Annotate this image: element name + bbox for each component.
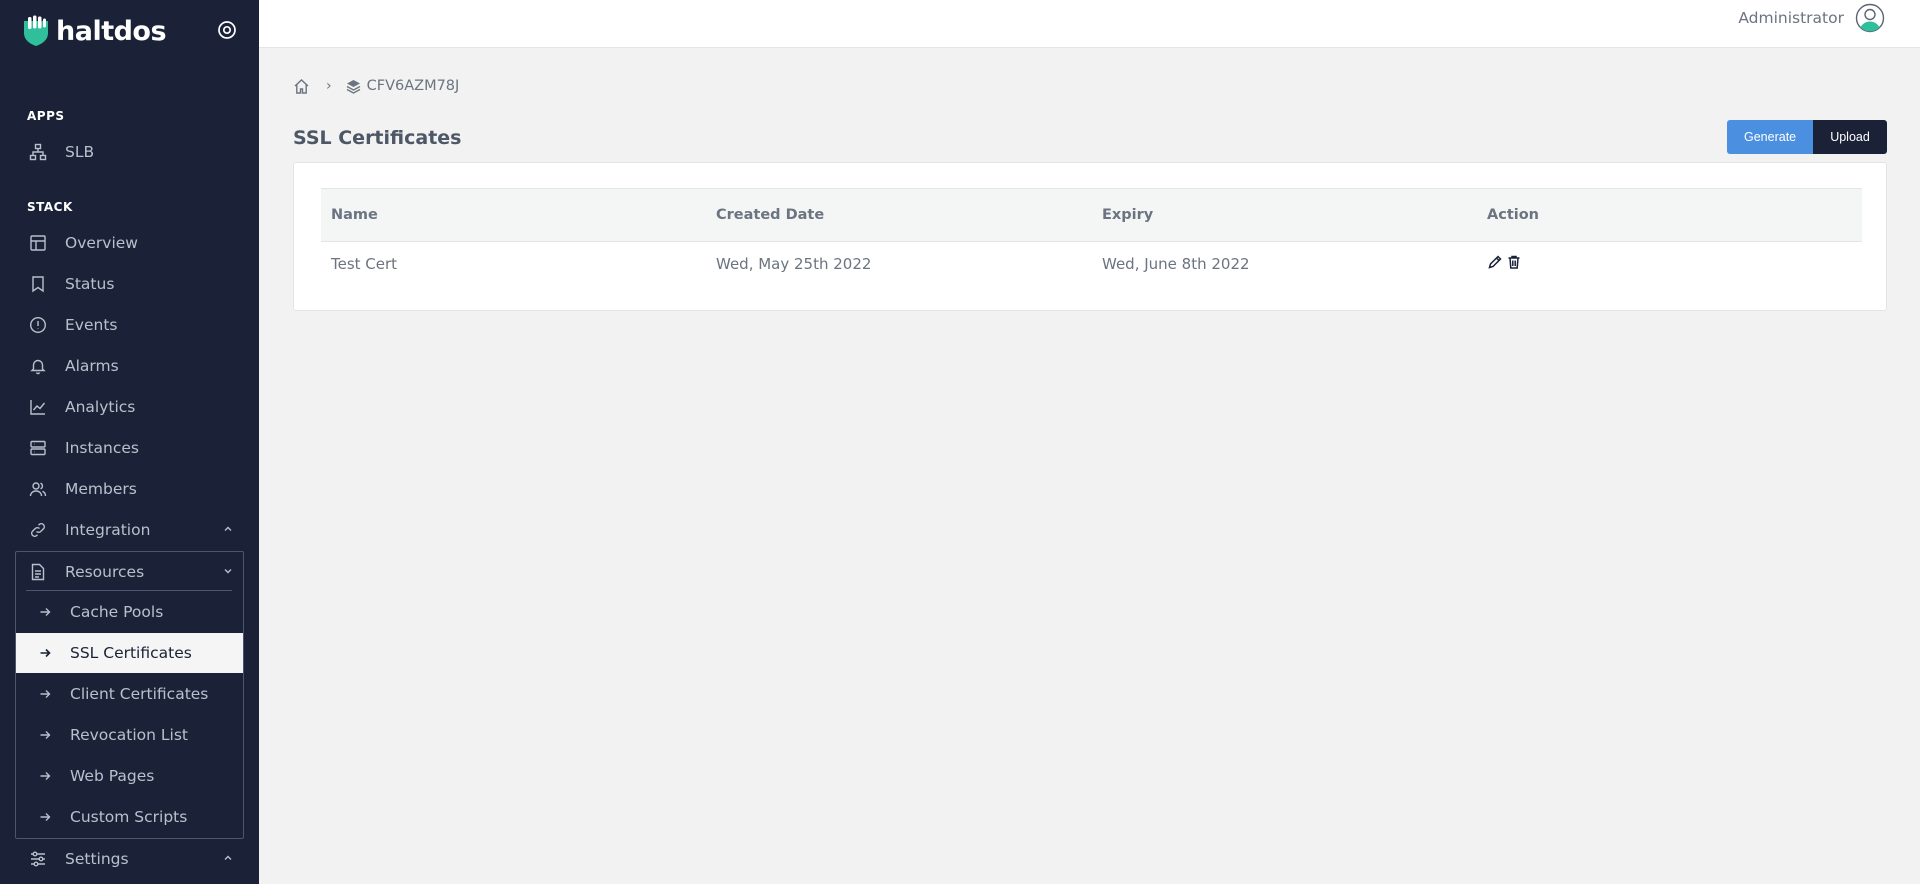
sidebar-item-label: Alarms: [65, 356, 119, 375]
bell-icon: [28, 356, 48, 376]
row-actions: [1487, 254, 1522, 270]
sidebar-subitem-custom-scripts[interactable]: Custom Scripts: [16, 797, 243, 837]
arrow-right-icon: [38, 646, 52, 660]
sidebar-subitem-cache-pools[interactable]: Cache Pools: [16, 592, 243, 632]
certificates-table: Name Created Date Expiry Action Test Cer…: [321, 188, 1862, 286]
sidebar-item-label: Events: [65, 315, 118, 334]
table-header-row: Name Created Date Expiry Action: [321, 188, 1862, 242]
cell-name: Test Cert: [331, 254, 398, 273]
sidebar: haltdos APPS SLB STACK Overview Status E…: [0, 0, 259, 884]
topbar: Administrator: [259, 0, 1920, 48]
sidebar-item-label: Overview: [65, 233, 138, 252]
breadcrumb-stack[interactable]: CFV6AZM78J: [367, 78, 460, 94]
apps-section-title: APPS: [27, 109, 65, 123]
sidebar-subitem-label: Cache Pools: [70, 603, 164, 621]
sidebar-item-instances[interactable]: Instances: [15, 427, 244, 468]
edit-icon[interactable]: [1487, 254, 1503, 270]
server-icon: [28, 438, 48, 458]
sidebar-item-label: Members: [65, 479, 137, 498]
sidebar-subitem-label: Client Certificates: [70, 685, 209, 703]
sidebar-item-label: SLB: [65, 142, 95, 161]
brand[interactable]: haltdos: [22, 14, 167, 48]
column-header-expiry: Expiry: [1092, 188, 1477, 242]
generate-button[interactable]: Generate: [1727, 120, 1813, 154]
arrow-right-icon: [38, 605, 52, 619]
arrow-right-icon: [38, 687, 52, 701]
layout-icon: [28, 233, 48, 253]
column-header-created-date: Created Date: [706, 188, 1092, 242]
sidebar-item-events[interactable]: Events: [15, 304, 244, 345]
cell-expiry: Wed, June 8th 2022: [1102, 254, 1250, 273]
sidebar-subitem-label: Revocation List: [70, 726, 188, 744]
haltdos-logo-icon: [24, 15, 48, 46]
layers-icon: [346, 79, 360, 94]
sidebar-item-label: Resources: [65, 562, 145, 581]
sidebar-item-status[interactable]: Status: [15, 263, 244, 304]
sidebar-item-label: Instances: [65, 438, 140, 457]
column-header-action: Action: [1477, 188, 1862, 242]
bookmark-icon: [28, 274, 48, 294]
column-header-name: Name: [321, 188, 706, 242]
arrow-right-icon: [38, 769, 52, 783]
chevron-up-icon: [224, 526, 232, 531]
chevron-down-icon: [224, 569, 232, 574]
divider: [26, 590, 232, 591]
sidebar-item-members[interactable]: Members: [15, 468, 244, 509]
sidebar-subitem-revocation-list[interactable]: Revocation List: [16, 715, 243, 755]
sidebar-item-label: Settings: [65, 849, 129, 868]
home-icon[interactable]: [293, 78, 310, 95]
sidebar-toggle-icon[interactable]: [217, 20, 237, 40]
sidebar-item-slb[interactable]: SLB: [15, 131, 244, 172]
users-icon: [28, 479, 48, 499]
sidebar-subitem-label: SSL Certificates: [70, 644, 192, 662]
sidebar-item-label: Status: [65, 274, 115, 293]
brand-name: haltdos: [56, 15, 167, 47]
chevron-up-icon: [224, 855, 232, 860]
cell-action: [1477, 242, 1862, 286]
sliders-icon: [28, 849, 48, 869]
sidebar-item-alarms[interactable]: Alarms: [15, 345, 244, 386]
sidebar-item-analytics[interactable]: Analytics: [15, 386, 244, 427]
certificates-card: Name Created Date Expiry Action Test Cer…: [293, 162, 1887, 311]
sidebar-item-resources[interactable]: Resources: [15, 551, 244, 592]
sidebar-item-label: Analytics: [65, 397, 136, 416]
sidebar-item-settings[interactable]: Settings: [15, 838, 244, 879]
sidebar-item-integration[interactable]: Integration: [15, 509, 244, 550]
action-buttons: Generate Upload: [1727, 120, 1887, 154]
table-row: Test Cert Wed, May 25th 2022 Wed, June 8…: [321, 242, 1862, 286]
page-title: SSL Certificates: [293, 127, 462, 149]
sitemap-icon: [28, 142, 48, 162]
sidebar-subitem-ssl-certificates[interactable]: SSL Certificates: [16, 633, 243, 673]
file-icon: [28, 562, 48, 582]
alert-circle-icon: [28, 315, 48, 335]
link-icon: [28, 520, 48, 540]
stack-section-title: STACK: [27, 200, 73, 214]
user-avatar-icon[interactable]: [1855, 3, 1885, 33]
sidebar-subitem-client-certificates[interactable]: Client Certificates: [16, 674, 243, 714]
user-name[interactable]: Administrator: [1738, 9, 1844, 27]
breadcrumb-separator: ›: [326, 78, 332, 94]
trash-icon[interactable]: [1506, 254, 1522, 270]
sidebar-subitem-label: Web Pages: [70, 767, 155, 785]
arrow-right-icon: [38, 728, 52, 742]
sidebar-subitem-label: Custom Scripts: [70, 808, 188, 826]
cell-created-date: Wed, May 25th 2022: [716, 254, 872, 273]
sidebar-item-label: Integration: [65, 520, 151, 539]
chart-line-icon: [28, 397, 48, 417]
arrow-right-icon: [38, 810, 52, 824]
sidebar-subitem-web-pages[interactable]: Web Pages: [16, 756, 243, 796]
upload-button[interactable]: Upload: [1813, 120, 1887, 154]
breadcrumb: › CFV6AZM78J: [293, 76, 459, 96]
sidebar-item-overview[interactable]: Overview: [15, 222, 244, 263]
